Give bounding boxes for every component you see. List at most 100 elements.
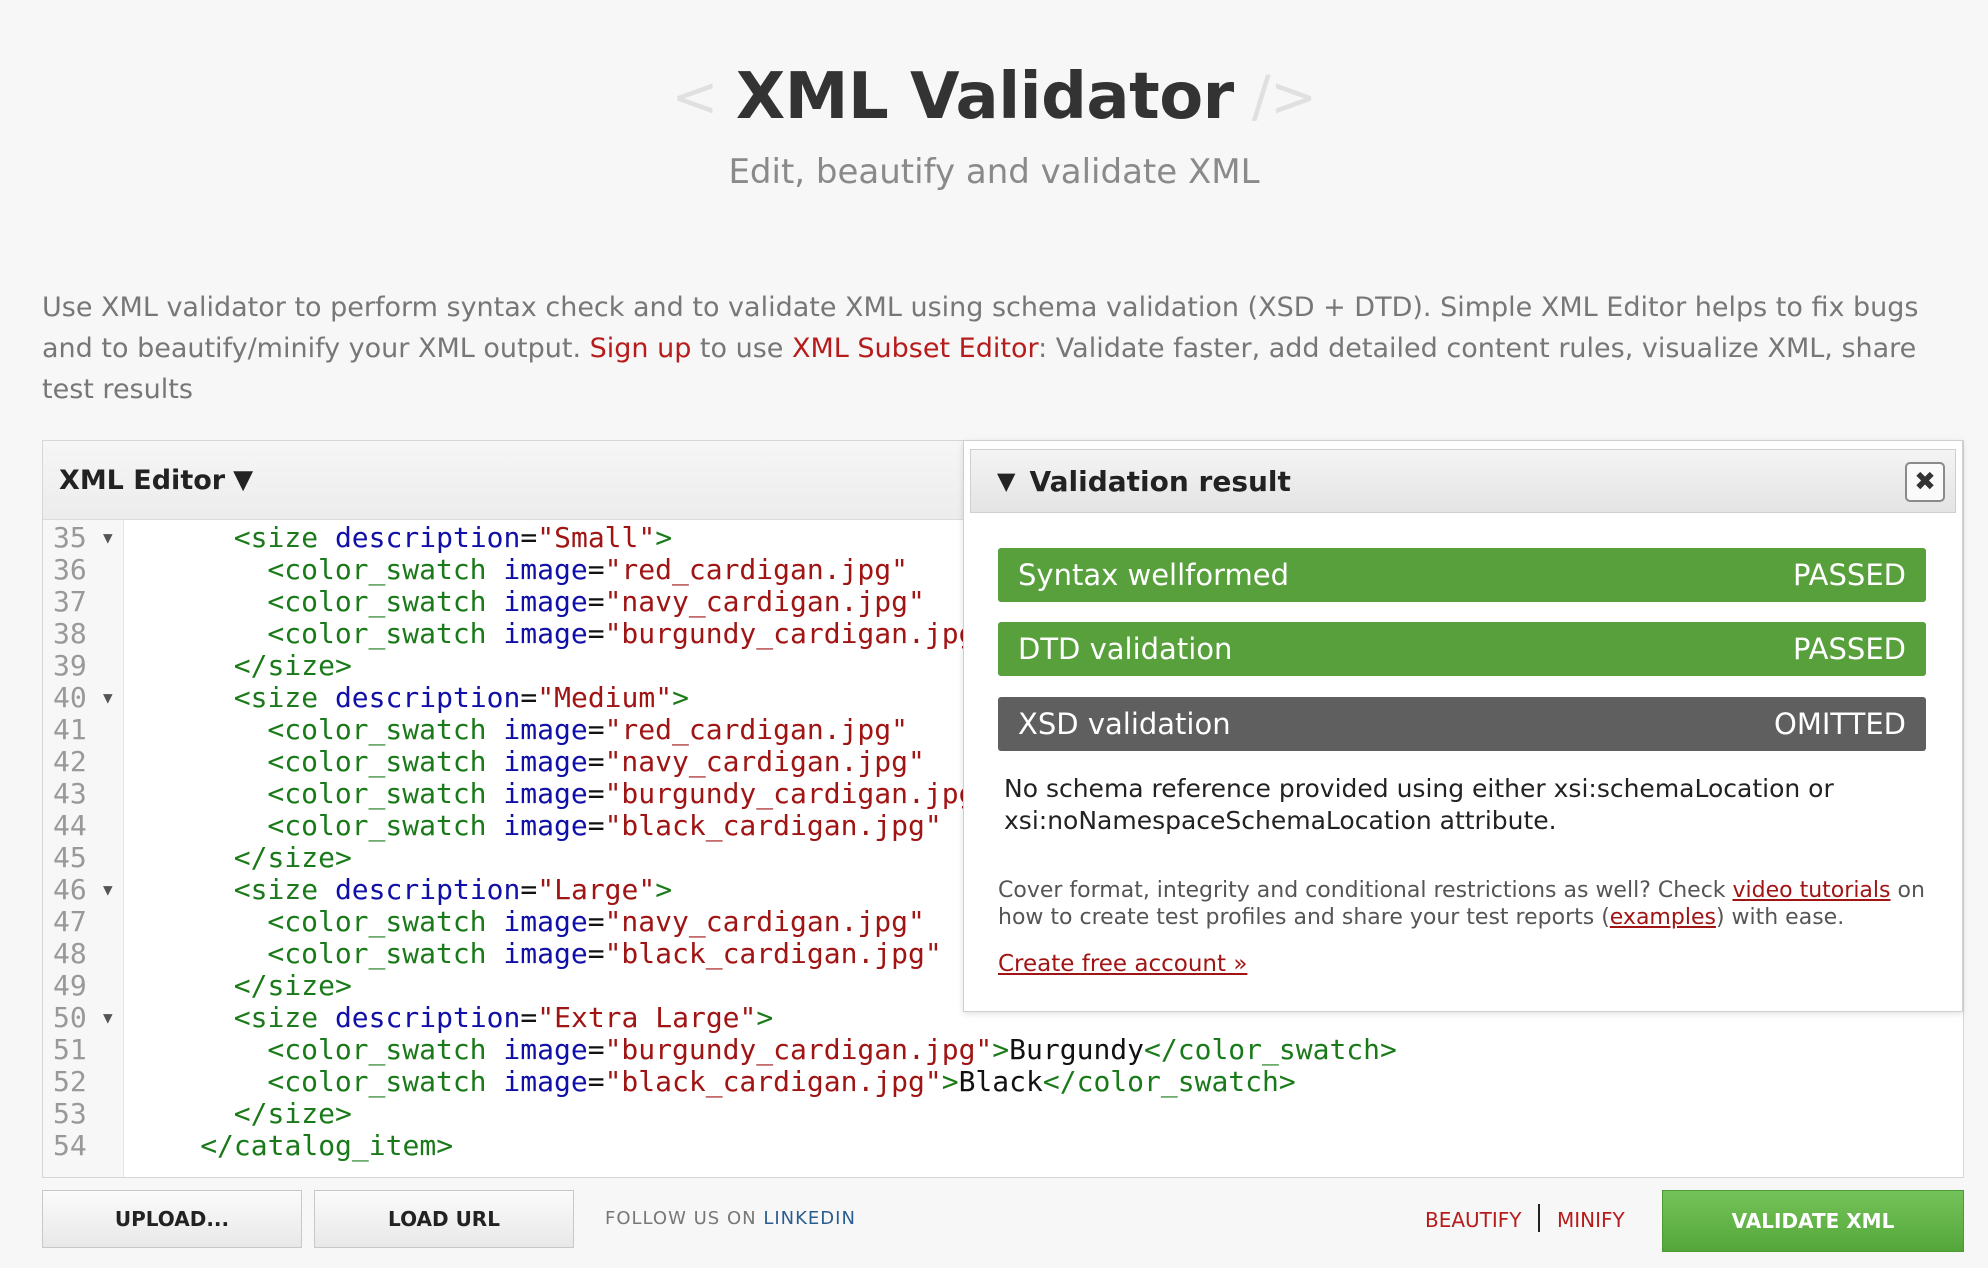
token: "Small" bbox=[537, 521, 656, 554]
create-account-link[interactable]: Create free account » bbox=[998, 951, 1247, 977]
editor-dropdown-icon[interactable]: ▼ bbox=[233, 465, 253, 495]
fold-toggle-icon[interactable]: ▼ bbox=[103, 1002, 113, 1034]
token: description bbox=[334, 1001, 521, 1034]
fold-toggle-icon[interactable]: ▼ bbox=[103, 874, 113, 906]
validate-xml-button[interactable]: VALIDATE XML bbox=[1662, 1190, 1964, 1252]
intro-text: Use XML validator to perform syntax chec… bbox=[42, 287, 1952, 410]
token: </size> bbox=[233, 1097, 352, 1130]
upload-button[interactable]: UPLOAD... bbox=[42, 1190, 302, 1248]
line-source: <color_swatch image="navy_cardigan.jpg" bbox=[133, 905, 924, 938]
open-bracket: < bbox=[671, 64, 718, 130]
line-source: <color_swatch image="red_cardigan.jpg" bbox=[133, 714, 908, 746]
line-source: </catalog_item> bbox=[133, 1130, 453, 1162]
code-line: 53 </size> bbox=[43, 1098, 1963, 1130]
close-icon[interactable]: ✖ bbox=[1905, 462, 1945, 502]
line-source: <color_swatch image="black_cardigan.jpg" bbox=[133, 937, 942, 970]
line-number: 36 bbox=[53, 553, 87, 586]
token: = bbox=[587, 809, 605, 842]
examples-link[interactable]: examples bbox=[1610, 905, 1716, 930]
page-subtitle: Edit, beautify and validate XML bbox=[728, 152, 1260, 192]
token: "navy_cardigan.jpg" bbox=[604, 585, 925, 618]
line-number: 35 bbox=[53, 521, 87, 554]
collapse-icon[interactable]: ▼ bbox=[997, 467, 1015, 495]
fold-toggle-icon[interactable]: ▼ bbox=[103, 522, 113, 554]
close-bracket: /> bbox=[1251, 64, 1317, 130]
token: "Large" bbox=[537, 873, 656, 906]
token: "black_cardigan.jpg" bbox=[604, 937, 942, 970]
token: > bbox=[992, 1033, 1010, 1066]
subset-editor-link[interactable]: XML Subset Editor bbox=[792, 333, 1038, 364]
line-source: <color_swatch image="navy_cardigan.jpg" bbox=[133, 585, 925, 618]
validation-message: No schema reference provided using eithe… bbox=[1004, 774, 1834, 835]
token: image bbox=[503, 745, 588, 778]
token: = bbox=[587, 617, 605, 650]
token: </size> bbox=[233, 841, 352, 874]
validation-result-header[interactable]: ▼ Validation result ✖ bbox=[970, 449, 1956, 513]
token: image bbox=[503, 617, 588, 650]
code-line: 54 </catalog_item> bbox=[43, 1130, 1963, 1162]
video-tutorials-link[interactable]: video tutorials bbox=[1733, 878, 1891, 903]
token: "Extra Large" bbox=[537, 1001, 757, 1034]
line-number: 43 bbox=[53, 777, 87, 810]
token: image bbox=[503, 809, 588, 842]
create-account-wrap: Create free account » bbox=[998, 951, 1247, 977]
token: "burgundy_cardigan.jpg" bbox=[604, 1033, 993, 1066]
line-number: 52 bbox=[53, 1065, 87, 1098]
token: </catalog_item> bbox=[200, 1129, 454, 1162]
status-label: DTD validation bbox=[1018, 632, 1233, 666]
line-source: <size description="Large"> bbox=[133, 874, 672, 906]
fold-toggle-icon[interactable]: ▼ bbox=[103, 682, 113, 714]
line-number: 51 bbox=[53, 1033, 87, 1066]
follow-us: FOLLOW US ON LINKEDIN bbox=[605, 1208, 856, 1229]
status-label: XSD validation bbox=[1018, 707, 1231, 741]
line-source: </size> bbox=[133, 970, 352, 1002]
line-source: <color_swatch image="red_cardigan.jpg" bbox=[133, 554, 908, 586]
validation-result-title: Validation result bbox=[1029, 464, 1291, 498]
token: <color_swatch bbox=[267, 777, 504, 810]
token: </color_swatch> bbox=[1144, 1033, 1397, 1066]
token: <color_swatch bbox=[267, 809, 504, 842]
token: <color_swatch bbox=[267, 745, 504, 778]
token: > bbox=[756, 1001, 774, 1034]
note-part-1: Cover format, integrity and conditional … bbox=[998, 878, 1733, 903]
token: <color_swatch bbox=[267, 1033, 504, 1066]
token: = bbox=[520, 521, 538, 554]
code-line: 51 <color_swatch image="burgundy_cardigan… bbox=[43, 1034, 1963, 1066]
linkedin-link[interactable]: LINKEDIN bbox=[763, 1208, 856, 1229]
token: <size bbox=[233, 1001, 335, 1034]
follow-text: FOLLOW US ON bbox=[605, 1208, 764, 1229]
line-source: </size> bbox=[133, 650, 352, 682]
load-url-button[interactable]: LOAD URL bbox=[314, 1190, 574, 1248]
token: <color_swatch bbox=[267, 1065, 504, 1098]
token: image bbox=[503, 585, 588, 618]
beautify-link[interactable]: BEAUTIFY bbox=[1425, 1208, 1522, 1232]
token: <color_swatch bbox=[267, 585, 504, 618]
signup-link[interactable]: Sign up bbox=[590, 333, 692, 364]
token: = bbox=[587, 777, 605, 810]
line-number: 54 bbox=[53, 1129, 87, 1162]
line-source: <size description="Extra Large"> bbox=[133, 1002, 773, 1034]
line-source: <color_swatch image="navy_cardigan.jpg" bbox=[133, 745, 924, 778]
token: image bbox=[503, 777, 588, 810]
token: Burgundy bbox=[1009, 1033, 1145, 1066]
token: = bbox=[587, 585, 605, 618]
token: = bbox=[587, 937, 605, 970]
token: = bbox=[587, 905, 605, 938]
status-syntax: Syntax wellformed PASSED bbox=[998, 548, 1926, 602]
line-number: 50 bbox=[53, 1001, 87, 1034]
status-label: Syntax wellformed bbox=[1018, 558, 1290, 592]
token: = bbox=[520, 681, 538, 714]
line-number: 53 bbox=[53, 1097, 87, 1130]
token: "red_cardigan.jpg" bbox=[604, 713, 908, 746]
token: <size bbox=[233, 873, 335, 906]
line-source: <size description="Small"> bbox=[133, 522, 672, 554]
token: image bbox=[503, 1065, 588, 1098]
line-number: 47 bbox=[53, 905, 87, 938]
status-badge: PASSED bbox=[1793, 632, 1906, 666]
minify-link[interactable]: MINIFY bbox=[1557, 1208, 1625, 1232]
separator bbox=[1538, 1204, 1540, 1232]
page-title: < XML Validator /> bbox=[671, 60, 1317, 134]
line-number: 49 bbox=[53, 969, 87, 1002]
title-text: XML Validator bbox=[735, 60, 1234, 134]
token: = bbox=[520, 873, 538, 906]
